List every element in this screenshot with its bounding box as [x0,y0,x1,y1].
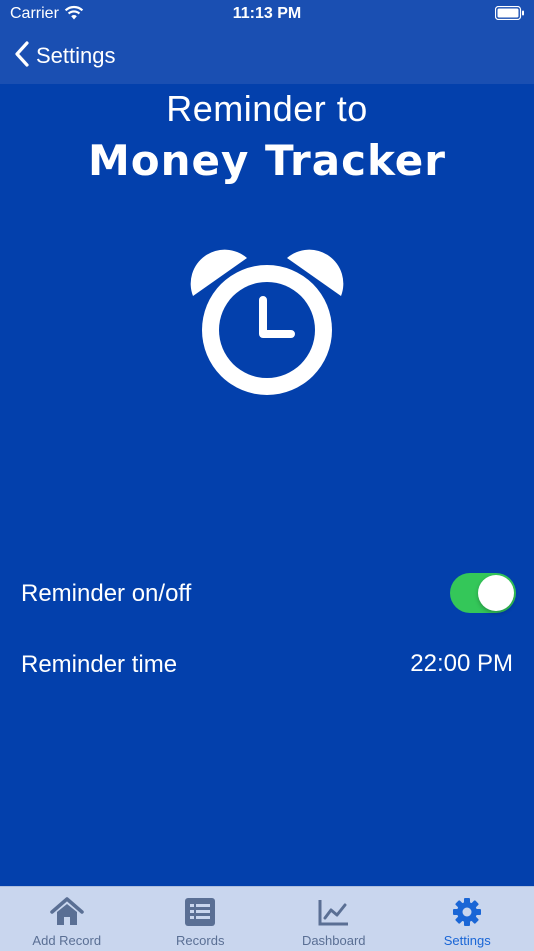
tab-dashboard[interactable]: Dashboard [267,887,401,951]
reminder-toggle-label: Reminder on/off [21,580,191,608]
page-title-line1: Reminder to [0,88,534,130]
toggle-knob [478,575,514,611]
tab-records[interactable]: Records [134,887,268,951]
page-title-line2: Money Tracker [0,136,534,185]
gear-icon [450,897,484,927]
alarm-clock-icon [189,244,345,405]
status-bar: Carrier 11:13 PM [0,0,534,28]
tab-label-records: Records [134,933,268,948]
battery-icon [495,6,525,25]
tab-add-record[interactable]: Add Record [0,887,134,951]
tab-settings[interactable]: Settings [401,887,534,951]
back-button[interactable]: Settings [14,40,116,72]
back-label: Settings [36,43,116,69]
navigation-bar: Settings [0,28,534,84]
tab-bar: Add Record Records Dashboard [0,886,534,951]
chart-icon [317,897,351,927]
home-icon [50,897,84,927]
tab-label-dashboard: Dashboard [267,933,401,948]
list-icon [183,897,217,927]
tab-label-settings: Settings [401,933,534,948]
reminder-toggle[interactable] [450,573,516,613]
chevron-left-icon [14,41,30,72]
tab-label-add-record: Add Record [0,933,134,948]
reminder-time-label: Reminder time [21,651,177,679]
reminder-time-value[interactable]: 22:00 PM [410,650,513,678]
status-time: 11:13 PM [0,5,534,23]
